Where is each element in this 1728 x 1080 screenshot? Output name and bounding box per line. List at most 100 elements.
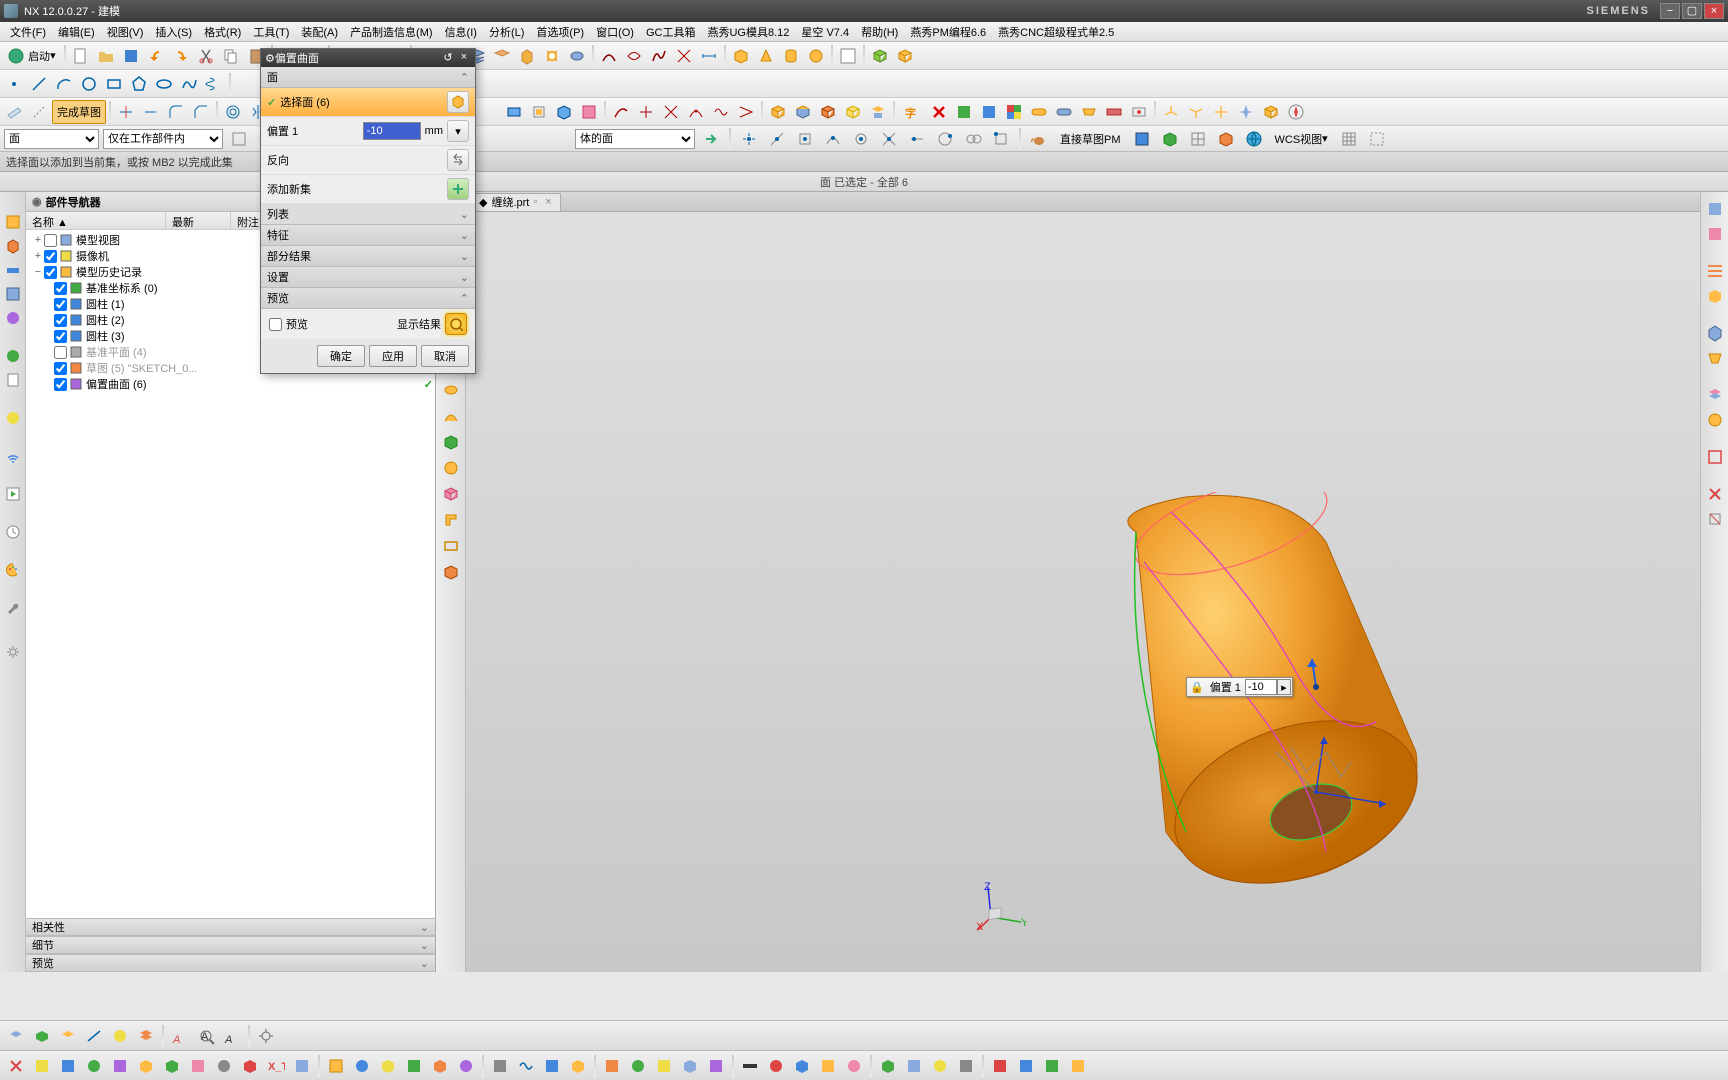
menu-help[interactable]: 帮助(H) — [855, 22, 904, 42]
view2-icon[interactable] — [1158, 127, 1182, 151]
view1-icon[interactable] — [1130, 127, 1154, 151]
teapot-icon[interactable] — [1027, 127, 1051, 151]
bb30-icon[interactable] — [816, 1054, 840, 1078]
section-feature[interactable]: 特征⌄ — [261, 225, 475, 246]
slot4-icon[interactable] — [1102, 100, 1126, 124]
offset-icon[interactable] — [221, 100, 245, 124]
bb24-icon[interactable] — [652, 1054, 676, 1078]
curve3-icon[interactable] — [647, 44, 671, 68]
vtool15-icon[interactable] — [439, 560, 463, 584]
curve1-icon[interactable] — [597, 44, 621, 68]
tree-checkbox[interactable] — [54, 330, 67, 343]
block-icon[interactable] — [729, 44, 753, 68]
slot3-icon[interactable] — [1077, 100, 1101, 124]
color1-icon[interactable] — [952, 100, 976, 124]
menu-window[interactable]: 窗口(O) — [590, 22, 640, 42]
extend-icon[interactable] — [139, 100, 163, 124]
bt4-icon[interactable] — [82, 1024, 106, 1048]
datum-axis-icon[interactable] — [27, 100, 51, 124]
section-settings[interactable]: 设置⌄ — [261, 267, 475, 288]
bb35-icon[interactable] — [954, 1054, 978, 1078]
bb26-icon[interactable] — [704, 1054, 728, 1078]
bb17-icon[interactable] — [454, 1054, 478, 1078]
curve-f-icon[interactable] — [734, 100, 758, 124]
trim-icon[interactable] — [114, 100, 138, 124]
helix-icon[interactable] — [202, 72, 226, 96]
system-icon[interactable] — [3, 408, 23, 428]
curve-a-icon[interactable] — [609, 100, 633, 124]
rbtn8-icon[interactable] — [1706, 411, 1724, 432]
section-preview[interactable]: 预览⌃ — [261, 288, 475, 309]
col-name[interactable]: 名称 ▲ — [26, 212, 166, 229]
vtool13-icon[interactable] — [439, 508, 463, 532]
go-icon[interactable] — [699, 127, 723, 151]
tree-checkbox[interactable] — [54, 298, 67, 311]
bb29-icon[interactable] — [790, 1054, 814, 1078]
bb36-icon[interactable] — [988, 1054, 1012, 1078]
menu-format[interactable]: 格式(R) — [198, 22, 247, 42]
rbtn1-icon[interactable] — [1706, 200, 1724, 221]
snap2-icon[interactable] — [765, 127, 789, 151]
browser-icon[interactable] — [3, 346, 23, 366]
menu-insert[interactable]: 插入(S) — [149, 22, 198, 42]
section-partial[interactable]: 部分结果⌄ — [261, 246, 475, 267]
snap6-icon[interactable] — [877, 127, 901, 151]
direct-sketch-button[interactable]: 直接草图PM — [1055, 127, 1126, 151]
ok-button[interactable]: 确定 — [317, 345, 365, 367]
line-icon[interactable] — [27, 72, 51, 96]
rbtn2-icon[interactable] — [1706, 225, 1724, 246]
feature-d-icon[interactable] — [577, 100, 601, 124]
box4-icon[interactable] — [841, 100, 865, 124]
close-button[interactable]: × — [1704, 3, 1724, 19]
box1-icon[interactable] — [766, 100, 790, 124]
section-face[interactable]: 面⌃ — [261, 67, 475, 88]
bt2-icon[interactable] — [30, 1024, 54, 1048]
preview-checkbox[interactable] — [269, 318, 282, 331]
curve-e-icon[interactable] — [709, 100, 733, 124]
bb6-icon[interactable] — [134, 1054, 158, 1078]
slot1-icon[interactable] — [1027, 100, 1051, 124]
bb31-icon[interactable] — [842, 1054, 866, 1078]
bb28-icon[interactable] — [764, 1054, 788, 1078]
box-final-icon[interactable] — [1259, 100, 1283, 124]
circle-icon[interactable] — [77, 72, 101, 96]
view-triad-icon[interactable]: Y Z X — [976, 882, 1026, 932]
delete-red-icon[interactable] — [927, 100, 951, 124]
bt1-icon[interactable] — [4, 1024, 28, 1048]
bb21-icon[interactable] — [566, 1054, 590, 1078]
bt5-icon[interactable] — [108, 1024, 132, 1048]
tree-checkbox[interactable] — [54, 346, 67, 359]
polygon-icon[interactable] — [127, 72, 151, 96]
play-icon[interactable] — [3, 484, 23, 504]
sphere-icon[interactable] — [804, 44, 828, 68]
select-all-icon[interactable] — [1365, 127, 1389, 151]
snap1-icon[interactable] — [737, 127, 761, 151]
menu-yanxiu-ug[interactable]: 燕秀UG模具8.12 — [701, 22, 795, 42]
menu-edit[interactable]: 编辑(E) — [52, 22, 101, 42]
bb34-icon[interactable] — [928, 1054, 952, 1078]
bb15-icon[interactable] — [402, 1054, 426, 1078]
compass-icon[interactable] — [1284, 100, 1308, 124]
section-dependency[interactable]: 相关性⌄ — [26, 918, 435, 936]
bb18-icon[interactable] — [488, 1054, 512, 1078]
feature-c-icon[interactable] — [552, 100, 576, 124]
arc-icon[interactable] — [52, 72, 76, 96]
face-selector-icon[interactable] — [447, 91, 469, 113]
bb14-icon[interactable] — [376, 1054, 400, 1078]
save-icon[interactable] — [119, 44, 143, 68]
snap8-icon[interactable] — [933, 127, 957, 151]
tree-checkbox[interactable] — [54, 378, 67, 391]
bb38-icon[interactable] — [1040, 1054, 1064, 1078]
curve2-icon[interactable] — [622, 44, 646, 68]
swatch-icon[interactable] — [836, 44, 860, 68]
bb25-icon[interactable] — [678, 1054, 702, 1078]
tree-checkbox[interactable] — [54, 362, 67, 375]
iso1-icon[interactable] — [1159, 100, 1183, 124]
feature-a-icon[interactable] — [502, 100, 526, 124]
solid2-icon[interactable] — [893, 44, 917, 68]
view4-icon[interactable] — [1214, 127, 1238, 151]
view3-icon[interactable] — [1186, 127, 1210, 151]
document-tab[interactable]: ◆ 缠绕.prt ▫ × — [470, 193, 561, 211]
tree-checkbox[interactable] — [44, 234, 57, 247]
pin-toggle-icon[interactable]: ◉ — [32, 195, 42, 208]
